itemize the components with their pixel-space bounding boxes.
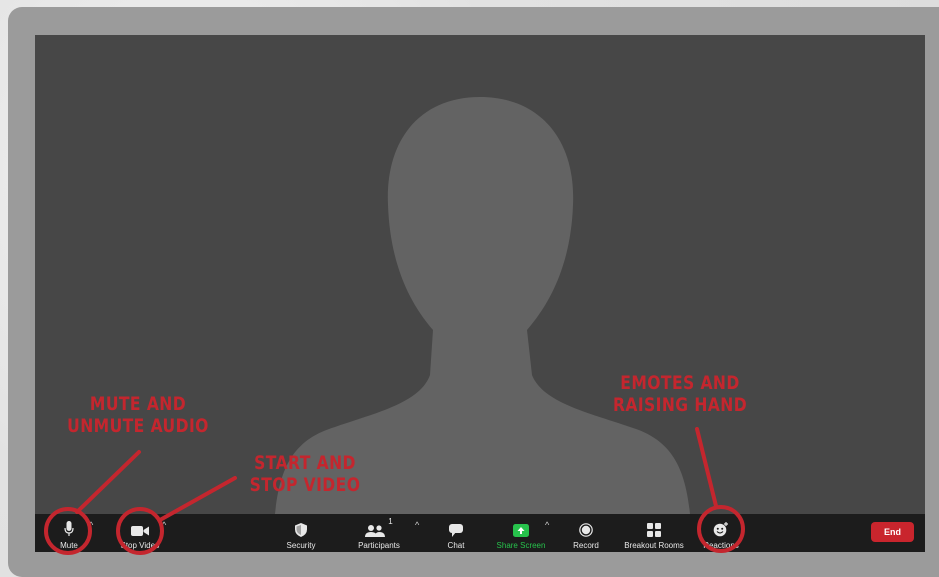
- end-meeting-button[interactable]: End: [871, 522, 914, 542]
- reactions-annotation-line2: RAISING HAND: [612, 394, 748, 416]
- share-screen-icon: [513, 517, 529, 537]
- mute-annotation-line2: UNMUTE AUDIO: [67, 415, 209, 437]
- security-button[interactable]: Security: [283, 514, 319, 552]
- audio-options-caret[interactable]: ^: [89, 520, 93, 530]
- reactions-button[interactable]: Reactions: [701, 514, 741, 552]
- record-icon: [579, 517, 593, 537]
- share-screen-button[interactable]: Share Screen: [493, 514, 549, 552]
- participants-count: 1: [388, 517, 393, 526]
- reactions-label: Reactions: [703, 541, 739, 550]
- participants-label: Participants: [358, 541, 400, 550]
- video-annotation-line1: START AND: [254, 452, 356, 474]
- record-button[interactable]: Record: [569, 514, 603, 552]
- breakout-rooms-label: Breakout Rooms: [624, 541, 684, 550]
- video-area: [35, 35, 925, 552]
- reactions-annotation-line1: EMOTES AND: [620, 372, 740, 394]
- reactions-annotation: EMOTES AND RAISING HAND: [598, 372, 762, 416]
- breakout-rooms-button[interactable]: Breakout Rooms: [620, 514, 688, 552]
- video-options-caret[interactable]: ^: [162, 520, 166, 530]
- shield-icon: [295, 517, 307, 537]
- participants-button[interactable]: 1 Participants: [353, 514, 405, 552]
- stop-video-button[interactable]: Stop Video: [115, 514, 165, 552]
- mute-label: Mute: [60, 541, 78, 550]
- participant-silhouette: [275, 97, 690, 514]
- stop-video-label: Stop Video: [120, 541, 160, 550]
- chat-bubble-icon: [449, 517, 463, 537]
- video-annotation: START AND STOP VIDEO: [231, 452, 379, 496]
- participants-icon: 1: [365, 517, 393, 537]
- share-options-caret[interactable]: ^: [545, 520, 549, 530]
- grid-icon: [647, 517, 661, 537]
- share-screen-label: Share Screen: [496, 541, 546, 550]
- security-label: Security: [286, 541, 316, 550]
- mute-annotation-line1: MUTE AND: [89, 393, 187, 415]
- chat-button[interactable]: Chat: [443, 514, 469, 552]
- video-camera-icon: [131, 517, 149, 537]
- meeting-toolbar: Mute ^ Stop Video ^ Security 1 Participa…: [35, 514, 925, 552]
- participants-options-caret[interactable]: ^: [415, 520, 419, 530]
- microphone-icon: [64, 517, 74, 537]
- smiley-icon: [713, 517, 729, 537]
- record-label: Record: [573, 541, 599, 550]
- mute-annotation: MUTE AND UNMUTE AUDIO: [64, 393, 212, 437]
- mute-button[interactable]: Mute: [53, 514, 85, 552]
- video-annotation-line2: STOP VIDEO: [249, 474, 361, 496]
- chat-label: Chat: [447, 541, 465, 550]
